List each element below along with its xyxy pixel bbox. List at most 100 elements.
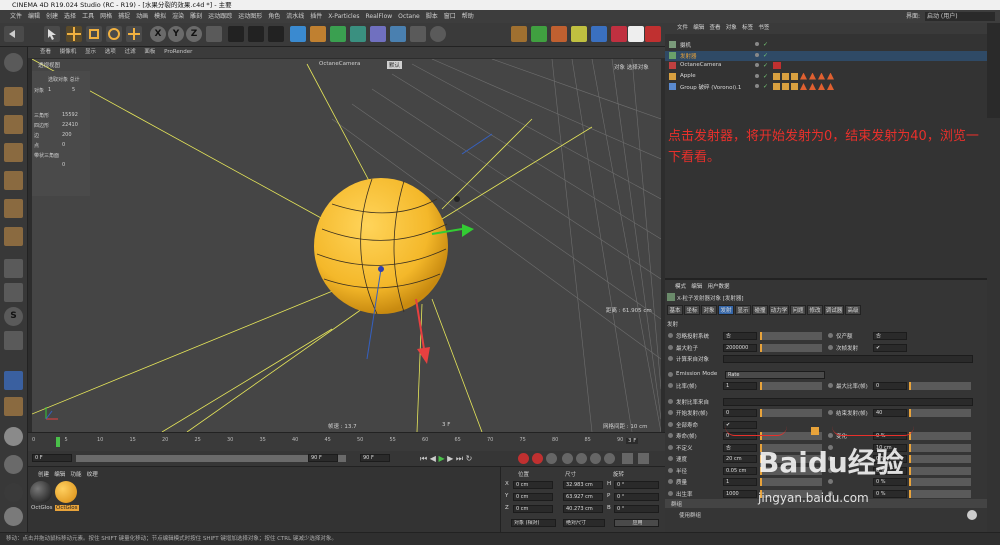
attr-value-field[interactable]: 否 xyxy=(723,443,757,452)
menu-item-15[interactable]: 插件 xyxy=(310,13,322,20)
rotate-tool-icon[interactable] xyxy=(106,26,122,42)
menu-item-9[interactable]: 渲染 xyxy=(172,13,184,20)
attr-radio-icon[interactable] xyxy=(668,344,673,350)
render-view-icon[interactable] xyxy=(228,26,244,42)
x-axis-lock-icon[interactable]: X xyxy=(150,26,166,42)
object-row[interactable]: 摄机 ✓ xyxy=(665,40,987,50)
attr-menu-mode[interactable]: 模式 xyxy=(675,284,686,290)
object-tag-icon[interactable] xyxy=(800,72,807,80)
grid-layer-icon[interactable] xyxy=(4,397,23,416)
xparticles-emitter-icon[interactable] xyxy=(551,26,567,42)
play-icon[interactable]: ▶ xyxy=(438,454,444,463)
menu-item-17[interactable]: RealFlow xyxy=(366,13,393,20)
attr-radio-icon[interactable] xyxy=(828,433,833,438)
menu-item-19[interactable]: 脚本 xyxy=(426,13,438,20)
attr-radio-icon[interactable] xyxy=(668,371,673,377)
menu-item-1[interactable]: 编辑 xyxy=(28,13,40,20)
material-menu-edit[interactable]: 编辑 xyxy=(54,472,65,478)
object-tag-icon[interactable] xyxy=(791,72,798,80)
object-row[interactable]: Apple ✓ xyxy=(665,72,987,82)
next-key-icon[interactable]: ▶ xyxy=(447,454,453,463)
attr-value-field-right[interactable]: 40 xyxy=(873,409,907,417)
material-menu-create[interactable]: 创建 xyxy=(38,472,49,478)
subdivision-surface-icon[interactable] xyxy=(330,26,346,42)
coord-apply-button[interactable]: 应用 xyxy=(614,519,659,527)
attr-slider[interactable] xyxy=(909,432,971,440)
object-tag-icon[interactable] xyxy=(827,83,834,90)
position-key-icon[interactable] xyxy=(562,453,573,464)
attr-tab[interactable]: 调试器 xyxy=(824,305,844,315)
menu-item-12[interactable]: 运动图形 xyxy=(238,13,262,20)
select-tool-icon[interactable] xyxy=(44,26,60,42)
attr-value-field[interactable]: 0.05 cm xyxy=(723,466,757,475)
attr-value-field[interactable]: 0 xyxy=(723,409,757,417)
objects-menu-view[interactable]: 查看 xyxy=(710,25,721,31)
object-tag-icon[interactable] xyxy=(773,72,780,80)
polygons-mode-icon[interactable] xyxy=(4,227,23,246)
enable-check-icon[interactable]: ✓ xyxy=(763,83,768,90)
attr-tab[interactable]: 基本 xyxy=(667,305,683,315)
attr-tab[interactable]: 对象 xyxy=(701,305,717,315)
objects-menu-bookmarks[interactable]: 书签 xyxy=(758,25,769,31)
coord-size-mode-select[interactable]: 绝对尺寸 xyxy=(563,519,605,527)
attr-radio-icon[interactable] xyxy=(668,456,673,461)
goto-start-icon[interactable]: ⏮ xyxy=(420,454,427,463)
attr-radio-icon[interactable] xyxy=(828,383,833,388)
scale-key-icon[interactable] xyxy=(576,453,587,464)
attr-slider[interactable] xyxy=(909,409,971,417)
menu-item-3[interactable]: 选择 xyxy=(64,13,76,20)
menu-item-4[interactable]: 工具 xyxy=(82,13,94,20)
attr-radio-icon[interactable] xyxy=(668,410,673,415)
make-editable-icon[interactable] xyxy=(4,53,23,72)
object-tag-icon[interactable] xyxy=(818,72,825,80)
viewport-menu-options[interactable]: 选项 xyxy=(105,49,116,55)
attr-value-field[interactable] xyxy=(723,355,973,363)
scale-tool-icon[interactable] xyxy=(86,26,102,42)
array-icon[interactable] xyxy=(350,26,366,42)
object-tag-icon[interactable] xyxy=(827,72,834,80)
z-axis-lock-icon[interactable]: Z xyxy=(186,26,202,42)
point-level-key-icon[interactable] xyxy=(622,453,633,464)
menu-item-16[interactable]: X-Particles xyxy=(328,13,359,20)
menu-item-20[interactable]: 窗口 xyxy=(444,13,456,20)
attr-value-field[interactable] xyxy=(723,397,973,406)
attr-slider[interactable] xyxy=(760,332,822,340)
start-frame-field[interactable]: 0 F xyxy=(32,454,72,462)
menu-item-10[interactable]: 雕刻 xyxy=(190,13,202,20)
attr-value-field-right[interactable]: 0 xyxy=(873,382,907,390)
render-settings-icon[interactable] xyxy=(268,26,284,42)
octane-settings-icon[interactable] xyxy=(591,26,607,42)
object-tag-icon[interactable] xyxy=(782,83,789,90)
viewport-menu-filter[interactable]: 过滤 xyxy=(125,49,136,55)
workplane-lock-icon[interactable] xyxy=(4,331,23,350)
attr-tab[interactable]: 修改 xyxy=(807,305,823,315)
menu-item-6[interactable]: 捕捉 xyxy=(118,13,130,20)
object-tag-icon[interactable] xyxy=(773,83,780,90)
object-tag-icon[interactable] xyxy=(791,83,798,90)
visibility-dots-icon[interactable] xyxy=(755,84,759,88)
parameter-key-icon[interactable] xyxy=(604,453,615,464)
visibility-dots-icon[interactable] xyxy=(755,73,759,78)
attr-radio-icon[interactable] xyxy=(668,490,673,496)
object-tag-icon[interactable] xyxy=(809,72,816,80)
points-mode-icon[interactable] xyxy=(4,171,23,190)
attr-value-field[interactable]: 1 xyxy=(723,478,757,486)
attr-value-field[interactable]: 1 xyxy=(723,382,757,390)
attr-radio-icon[interactable] xyxy=(668,467,673,473)
model-mode-icon[interactable] xyxy=(4,87,23,106)
octane-render-icon[interactable] xyxy=(645,26,661,42)
keyframe-selection-icon[interactable] xyxy=(546,453,557,464)
camera-tag-icon[interactable] xyxy=(773,62,781,69)
objects-menu-file[interactable]: 文件 xyxy=(677,25,688,31)
y-axis-lock-icon[interactable]: Y xyxy=(168,26,184,42)
attr-radio-icon[interactable] xyxy=(668,356,673,361)
enable-check-icon[interactable]: ✓ xyxy=(763,62,768,69)
workplane-mode-icon[interactable] xyxy=(4,143,23,162)
attr-tab[interactable]: 碰撞 xyxy=(752,305,768,315)
object-row[interactable]: 发射器 ✓ xyxy=(665,50,987,61)
menu-item-21[interactable]: 帮助 xyxy=(462,13,474,20)
attr-radio-icon[interactable] xyxy=(668,433,673,438)
attr-tab[interactable]: 坐标 xyxy=(684,305,700,315)
objects-menu-edit[interactable]: 编辑 xyxy=(693,25,704,31)
coord-position-field[interactable]: 0 cm xyxy=(513,493,553,501)
